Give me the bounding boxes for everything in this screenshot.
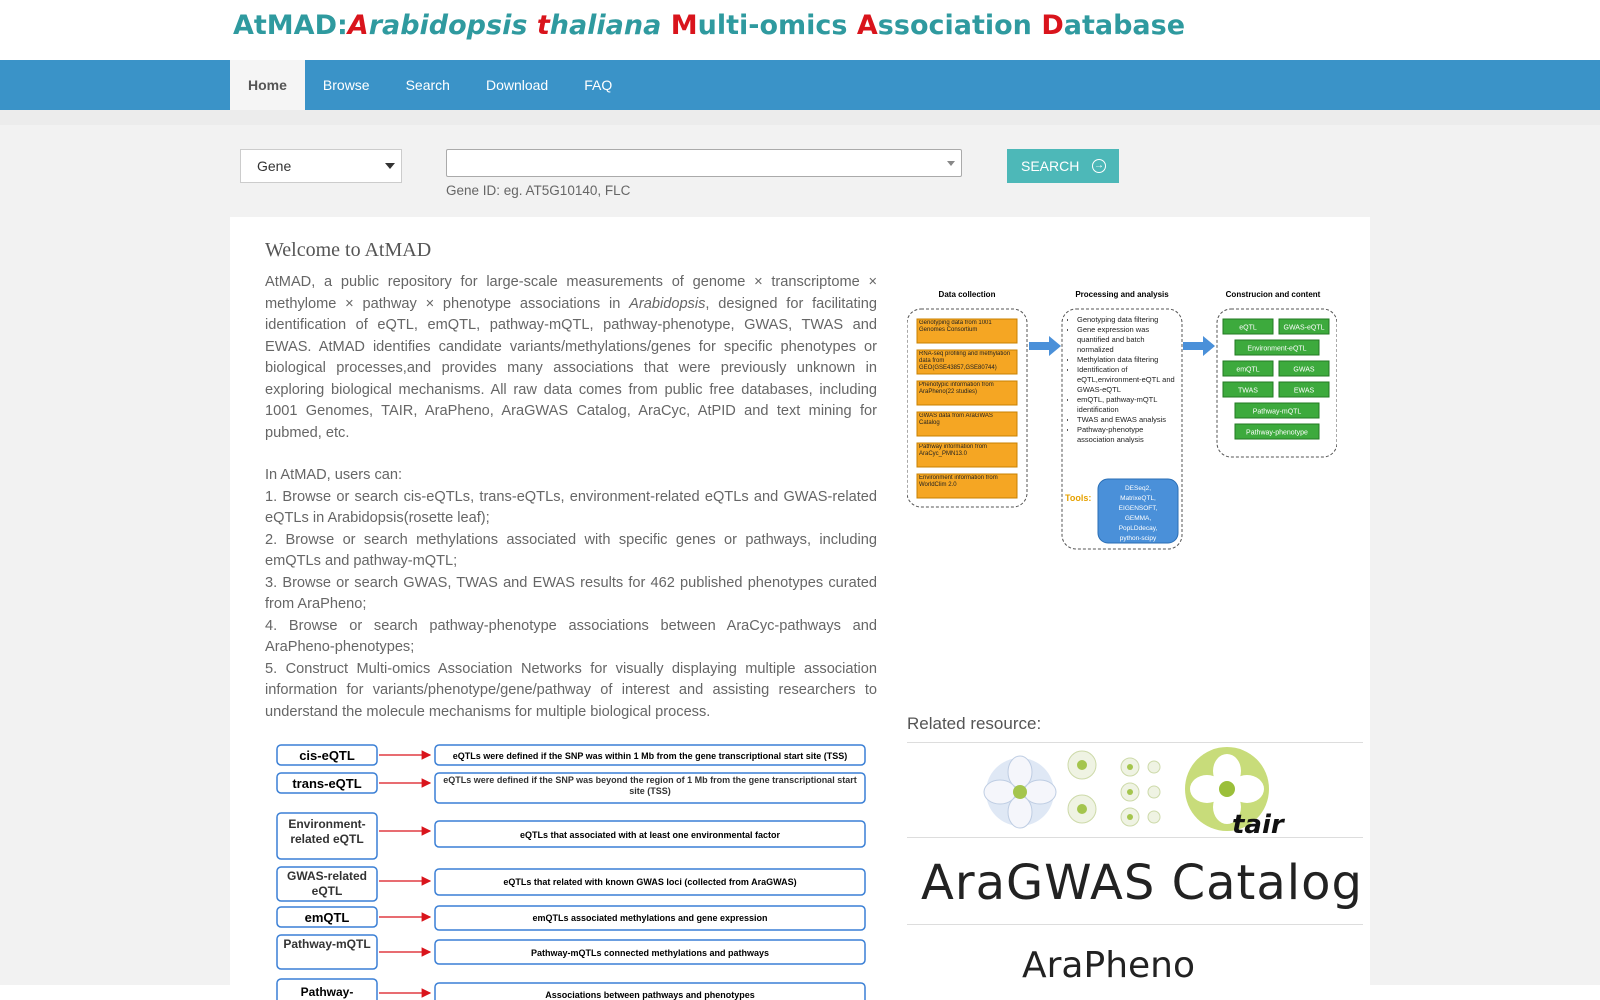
definition-desc: eQTLs were defined if the SNP was within… [453,751,847,761]
tool-name: DESeq2, [1125,485,1151,492]
definition-term: GWAS-related eQTL [286,869,367,898]
feature-item: 2. Browse or search methylations associa… [265,531,877,570]
chevron-down-icon [385,163,395,169]
banner: AtMAD:Arabidopsis thaliana Multi-omics A… [0,0,1600,60]
workflow-figure: Data collection Processing and analysis … [907,287,1337,562]
workflow-content-label: Pathway-phenotype [1246,430,1308,437]
logo-part: AtMAD: [233,10,348,41]
tair-logo[interactable]: tair [982,747,1292,837]
feature-item: 3. Browse or search GWAS, TWAS and EWAS … [265,574,877,613]
intro-italic: Arabidopsis [629,295,706,312]
logo-part: A [856,10,878,41]
workflow-source-label: Pathway information from AraCyc_PMN13.0 [919,444,988,457]
main-nav: Home Browse Search Download FAQ [0,60,1600,110]
nav-home[interactable]: Home [230,60,305,110]
workflow-step: Gene expression was quantified and batch… [1077,325,1179,355]
logo-part: ssociation [877,10,1042,41]
logo-part: t [536,10,550,41]
workflow-content-label: GWAS [1293,367,1314,374]
chevron-down-icon [947,161,955,166]
welcome-intro: AtMAD, a public repository for large-sca… [265,272,877,444]
workflow-source-label: Phenotypic information from AraPheno(22 … [919,382,994,395]
definition-term: emQTL [305,910,350,925]
aragwas-catalog-link[interactable]: AraGWAS Catalog [921,855,1363,911]
tool-name: PopLDdecay, [1119,525,1158,532]
tools-label: Tools: [1065,493,1091,503]
logo-part: M [670,10,698,41]
definition-term: Environment-related eQTL [288,817,366,846]
definition-desc: Associations between pathways and phenot… [545,990,755,1000]
tair-logo-text: tair [1232,810,1286,837]
divider [907,837,1363,838]
tool-name: python-scipy [1120,535,1157,542]
logo-part: atabase [1063,10,1186,41]
workflow-content-label: GWAS-eQTL [1284,325,1325,332]
workflow-content-label: EWAS [1294,388,1315,395]
logo-part: A [347,10,369,41]
workflow-step: Methylation data filtering [1077,355,1179,365]
workflow-source-label: Environment information from WorldClim 2… [919,475,998,488]
workflow-col-title: Processing and analysis [1075,290,1169,299]
definition-term: Pathway-mQTL [283,937,371,951]
workflow-source-label: GWAS data from AraGWAS Catalog [919,413,993,426]
workflow-step: Pathway-phenotype association analysis [1077,425,1179,445]
tool-name: EIGENSOFT, [1119,505,1158,512]
search-query-combobox[interactable] [446,149,962,177]
logo-part: ulti-omics [697,10,857,41]
logo-part: D [1041,10,1064,41]
workflow-step: Identification of eQTL,environment-eQTL … [1077,365,1179,395]
workflow-source-label: RNA-seq profiling and methylation data f… [919,351,1011,371]
workflow-steps: Genotyping data filteringGene expression… [1067,315,1179,445]
tool-name: MatrixeQTL, [1120,495,1156,502]
tool-name: GEMMA, [1125,515,1152,522]
workflow-content-label: Environment-eQTL [1247,346,1306,353]
logo-part: rabidopsis [368,10,537,41]
divider [907,742,1363,743]
definition-desc: Pathway-mQTLs connected methylations and… [531,948,769,958]
welcome-section: Welcome to AtMAD AtMAD, a public reposit… [265,239,877,723]
arrow-right-circle-icon: → [1092,159,1106,173]
nav-browse[interactable]: Browse [305,60,388,110]
intro-text: , designed for facilitating identificati… [265,295,877,441]
logo-part: haliana [549,10,671,41]
welcome-title: Welcome to AtMAD [265,239,432,261]
workflow-step: Genotyping data filtering [1077,315,1179,325]
site-logo[interactable]: AtMAD:Arabidopsis thaliana Multi-omics A… [233,10,1185,41]
page-body: Gene Gene ID: eg. AT5G10140, FLC SEARCH … [0,110,1600,1000]
feature-item: 5. Construct Multi-omics Association Net… [265,660,877,720]
users-can-heading: In AtMAD, users can: [265,467,403,483]
search-button-label: SEARCH [1021,158,1080,174]
nav-download[interactable]: Download [468,60,566,110]
search-hint: Gene ID: eg. AT5G10140, FLC [446,183,631,198]
eqtl-definitions-figure: cis-eQTL eQTLs were defined if the SNP w… [276,744,866,1000]
definition-desc: eQTLs that related with known GWAS loci … [503,877,796,887]
definition-term: cis-eQTL [299,748,355,763]
workflow-col-title: Data collection [939,290,996,299]
definition-desc: eQTLs were defined if the SNP was beyond… [443,775,857,796]
workflow-content-label: Pathway-mQTL [1253,409,1302,416]
feature-item: 4. Browse or search pathway-phenotype as… [265,617,877,656]
search-type-value: Gene [257,158,292,174]
workflow-source-label: Genotyping data from 1001 Genomes Consor… [919,320,992,333]
content-card: Welcome to AtMAD AtMAD, a public reposit… [230,217,1370,1000]
definition-desc: eQTLs that associated with at least one … [520,830,781,840]
divider [907,924,1363,925]
workflow-col-title: Construcion and content [1226,290,1321,299]
feature-item: 1. Browse or search cis-eQTLs, trans-eQT… [265,488,877,527]
workflow-step: TWAS and EWAS analysis [1077,415,1179,425]
nav-faq[interactable]: FAQ [566,60,630,110]
nav-search[interactable]: Search [388,60,468,110]
search-bar: Gene Gene ID: eg. AT5G10140, FLC SEARCH … [240,149,1240,209]
definition-term: Pathway- [301,985,354,999]
arapheno-link[interactable]: AraPheno [1022,945,1195,986]
workflow-step: emQTL, pathway-mQTL identification [1077,395,1179,415]
search-button[interactable]: SEARCH → [1007,149,1119,183]
definition-desc: emQTLs associated methylations and gene … [532,913,767,923]
related-resource-title: Related resource: [907,714,1042,733]
workflow-content-label: eQTL [1239,325,1257,332]
search-type-select[interactable]: Gene [240,149,402,183]
definition-term: trans-eQTL [292,776,361,791]
workflow-content-label: emQTL [1236,367,1259,374]
workflow-content-label: TWAS [1238,388,1258,395]
